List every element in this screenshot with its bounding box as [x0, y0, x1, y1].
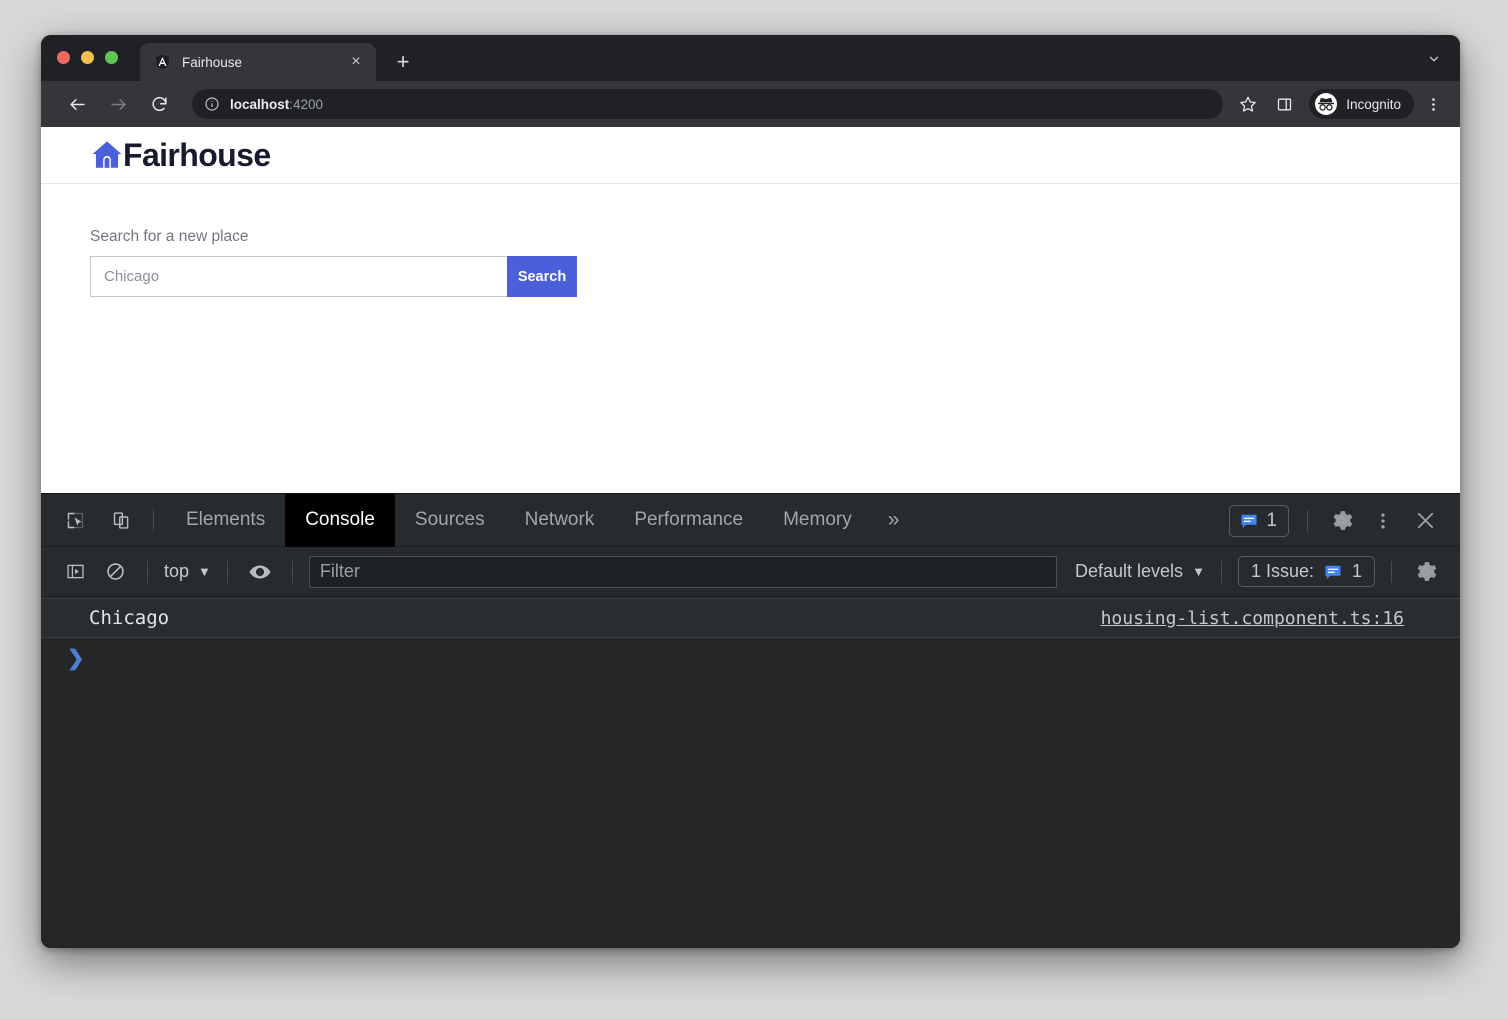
side-panel-icon[interactable] — [1269, 89, 1299, 119]
tab-memory[interactable]: Memory — [763, 494, 872, 547]
forward-button[interactable] — [103, 89, 133, 119]
issues-count: 1 — [1266, 510, 1277, 532]
url-port: :4200 — [289, 97, 323, 112]
angular-shield-icon — [154, 54, 171, 71]
console-issues-count: 1 — [1352, 561, 1362, 582]
console-toolbar: top ▼ Default levels ▼ 1 Issue: — [41, 547, 1460, 597]
more-tabs-button[interactable]: » — [872, 494, 916, 547]
tab-title: Fairhouse — [182, 55, 346, 70]
incognito-label: Incognito — [1346, 97, 1401, 112]
divider — [227, 561, 228, 583]
divider — [153, 509, 154, 531]
house-icon — [90, 138, 124, 172]
console-issues-label: 1 Issue: — [1251, 561, 1314, 582]
close-window-button[interactable] — [57, 51, 70, 64]
search-section: Search for a new place Search — [41, 184, 1460, 297]
brand-name: Fairhouse — [123, 137, 271, 174]
maximize-window-button[interactable] — [105, 51, 118, 64]
issue-bubble-icon — [1323, 562, 1343, 582]
devtools-settings-gear-icon[interactable] — [1320, 503, 1362, 539]
browser-tab[interactable]: Fairhouse × — [140, 43, 376, 81]
execution-context-selector[interactable]: top ▼ — [160, 561, 215, 582]
console-prompt-row[interactable]: ❯ — [41, 638, 1460, 678]
console-log-message: Chicago — [41, 607, 169, 629]
tab-network[interactable]: Network — [505, 494, 615, 547]
devtools-tab-bar: Elements Console Sources Network Perform… — [41, 494, 1460, 547]
console-log-source-link[interactable]: housing-list.component.ts:16 — [1101, 608, 1404, 629]
chevron-down-icon[interactable] — [1422, 48, 1446, 70]
device-toolbar-icon[interactable] — [101, 504, 141, 536]
window-controls — [57, 51, 118, 64]
tab-console[interactable]: Console — [285, 494, 395, 547]
divider — [147, 561, 148, 583]
live-expression-eye-icon[interactable] — [240, 556, 280, 588]
browser-window: Fairhouse × + — [41, 35, 1460, 948]
tab-elements[interactable]: Elements — [166, 494, 285, 547]
address-bar-url: localhost:4200 — [230, 97, 323, 112]
console-sidebar-icon[interactable] — [55, 556, 95, 588]
inspect-element-icon[interactable] — [55, 504, 95, 536]
back-button[interactable] — [62, 89, 92, 119]
bookmark-star-icon[interactable] — [1233, 89, 1263, 119]
console-settings-gear-icon[interactable] — [1404, 554, 1446, 590]
browser-menu-icon[interactable] — [1418, 89, 1448, 119]
console-prompt-caret: ❯ — [67, 648, 85, 669]
close-tab-button[interactable]: × — [346, 52, 366, 72]
tab-performance[interactable]: Performance — [614, 494, 763, 547]
search-button[interactable]: Search — [507, 256, 577, 297]
console-log-row[interactable]: Chicago housing-list.component.ts:16 — [41, 598, 1460, 638]
issues-badge[interactable]: 1 — [1229, 505, 1289, 537]
info-circle-icon — [204, 96, 220, 112]
address-bar[interactable]: localhost:4200 — [192, 89, 1223, 119]
search-label: Search for a new place — [90, 228, 1460, 246]
chevron-down-icon: ▼ — [198, 564, 211, 579]
console-filter-input[interactable] — [309, 556, 1057, 588]
browser-toolbar: localhost:4200 Incognito — [41, 81, 1460, 127]
execution-context-label: top — [164, 561, 189, 582]
page-viewport: Fairhouse Search for a new place Search — [41, 127, 1460, 493]
devtools-panel: Elements Console Sources Network Perform… — [41, 493, 1460, 948]
divider — [292, 561, 293, 583]
issue-bubble-icon — [1239, 511, 1259, 531]
incognito-spy-icon — [1314, 92, 1338, 116]
clear-console-icon[interactable] — [95, 556, 135, 588]
chevron-down-icon: ▼ — [1192, 564, 1205, 579]
reload-button[interactable] — [144, 89, 174, 119]
tab-strip: Fairhouse × + — [41, 35, 1460, 81]
search-row: Search — [90, 256, 577, 297]
devtools-tab-bar-right: 1 — [1229, 494, 1460, 547]
site-header: Fairhouse — [41, 127, 1460, 184]
devtools-menu-icon[interactable] — [1362, 503, 1404, 539]
incognito-indicator[interactable]: Incognito — [1309, 89, 1414, 119]
tab-sources[interactable]: Sources — [395, 494, 505, 547]
devtools-close-icon[interactable] — [1404, 503, 1446, 539]
console-output: Chicago housing-list.component.ts:16 ❯ — [41, 598, 1460, 948]
minimize-window-button[interactable] — [81, 51, 94, 64]
new-tab-button[interactable]: + — [389, 49, 417, 75]
console-issues-badge[interactable]: 1 Issue: 1 — [1238, 556, 1375, 587]
brand-logo[interactable]: Fairhouse — [90, 137, 271, 174]
divider — [1221, 561, 1222, 583]
log-levels-label: Default levels — [1075, 561, 1183, 582]
search-input[interactable] — [90, 256, 507, 297]
divider — [1307, 510, 1308, 532]
url-host: localhost — [230, 97, 289, 112]
divider — [1391, 561, 1392, 583]
log-levels-selector[interactable]: Default levels ▼ — [1071, 561, 1209, 582]
